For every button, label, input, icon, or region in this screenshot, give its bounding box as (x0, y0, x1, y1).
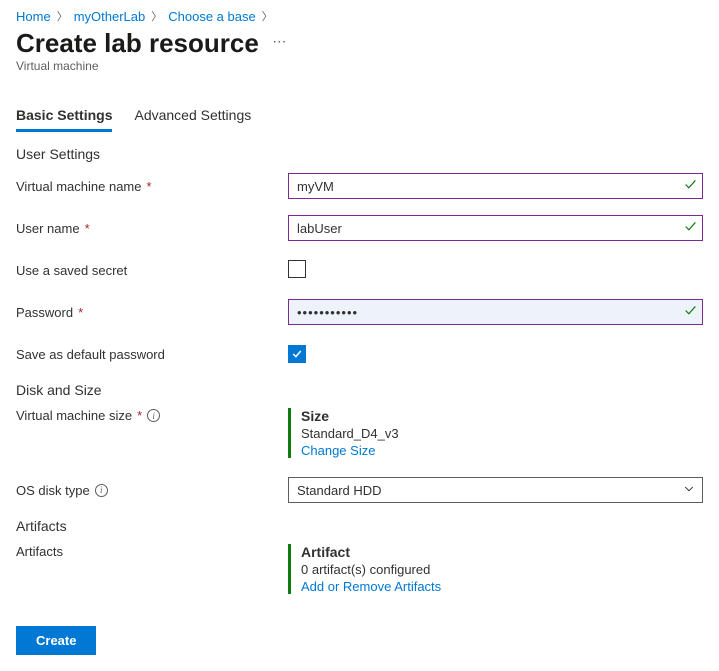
chevron-right-icon: 〉 (151, 8, 162, 24)
label-saved-secret: Use a saved secret (16, 263, 288, 278)
add-remove-artifacts-link[interactable]: Add or Remove Artifacts (301, 579, 703, 594)
chevron-right-icon: 〉 (57, 8, 68, 24)
breadcrumb-home[interactable]: Home (16, 9, 51, 24)
password-input[interactable] (288, 299, 703, 325)
saved-secret-checkbox[interactable] (288, 260, 306, 278)
os-disk-select[interactable] (288, 477, 703, 503)
label-artifacts: Artifacts (16, 544, 288, 559)
vm-size-block: Size Standard_D4_v3 Change Size (288, 408, 703, 458)
breadcrumb: Home 〉 myOtherLab 〉 Choose a base 〉 (16, 8, 703, 24)
chevron-right-icon: 〉 (262, 8, 273, 24)
label-save-default-password: Save as default password (16, 347, 288, 362)
tab-basic-settings[interactable]: Basic Settings (16, 103, 112, 132)
section-artifacts: Artifacts (16, 518, 703, 534)
page-subtitle: Virtual machine (16, 59, 703, 73)
artifact-title: Artifact (301, 544, 703, 560)
tab-advanced-settings[interactable]: Advanced Settings (134, 103, 251, 132)
section-disk-size: Disk and Size (16, 382, 703, 398)
breadcrumb-lab[interactable]: myOtherLab (74, 9, 146, 24)
vm-name-input[interactable] (288, 173, 703, 199)
info-icon[interactable]: i (147, 409, 160, 422)
change-size-link[interactable]: Change Size (301, 443, 703, 458)
check-icon (684, 220, 697, 236)
user-name-input[interactable] (288, 215, 703, 241)
more-actions-icon[interactable]: ⋯ (272, 33, 286, 49)
label-user-name: User name* (16, 221, 288, 236)
page-title: Create lab resource (16, 28, 259, 59)
vm-size-title: Size (301, 408, 703, 424)
label-password: Password* (16, 305, 288, 320)
save-default-password-checkbox[interactable] (288, 345, 306, 363)
check-icon (684, 304, 697, 320)
section-user-settings: User Settings (16, 146, 703, 162)
create-button[interactable]: Create (16, 626, 96, 655)
artifact-block: Artifact 0 artifact(s) configured Add or… (288, 544, 703, 594)
label-os-disk-type: OS disk type i (16, 483, 288, 498)
breadcrumb-choose-base[interactable]: Choose a base (168, 9, 255, 24)
tabs: Basic Settings Advanced Settings (16, 103, 703, 132)
check-icon (684, 178, 697, 194)
label-vm-name: Virtual machine name* (16, 179, 288, 194)
label-vm-size: Virtual machine size* i (16, 408, 288, 423)
artifact-count: 0 artifact(s) configured (301, 562, 703, 577)
info-icon[interactable]: i (95, 484, 108, 497)
vm-size-value: Standard_D4_v3 (301, 426, 703, 441)
